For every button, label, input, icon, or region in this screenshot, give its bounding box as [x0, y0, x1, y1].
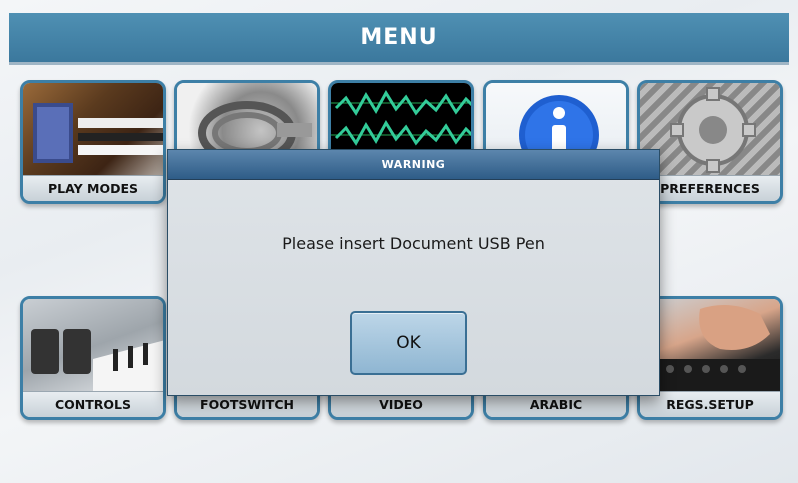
- dialog-titlebar: WARNING: [168, 150, 659, 180]
- tile-label: PLAY MODES: [23, 175, 163, 201]
- menu-title: MENU: [360, 25, 438, 50]
- keyboard-controls-icon: [23, 299, 163, 394]
- accordion-organ-icon: [23, 83, 163, 178]
- menu-header: MENU: [9, 13, 789, 65]
- ok-button[interactable]: OK: [350, 311, 467, 375]
- hand-keyboard-icon: [640, 299, 780, 394]
- gear-icon: [640, 83, 780, 178]
- dialog-message: Please insert Document USB Pen: [282, 234, 545, 253]
- tile-label: CONTROLS: [23, 391, 163, 417]
- tile-label: REGS.SETUP: [640, 391, 780, 417]
- warning-dialog: WARNING Please insert Document USB Pen O…: [167, 149, 660, 396]
- dialog-title: WARNING: [381, 158, 446, 171]
- tile-controls[interactable]: CONTROLS: [20, 296, 166, 420]
- tile-play-modes[interactable]: PLAY MODES: [20, 80, 166, 204]
- tile-label: PREFERENCES: [640, 175, 780, 201]
